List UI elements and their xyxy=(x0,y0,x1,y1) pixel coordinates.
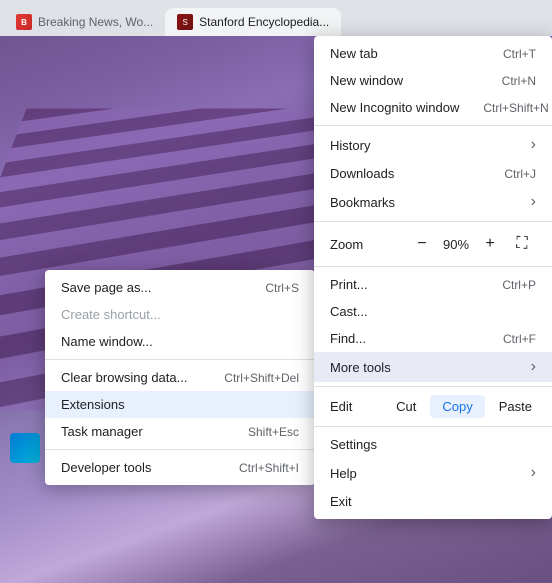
tab-breaking-news[interactable]: B Breaking News, Wo... xyxy=(4,8,165,36)
help-label: Help xyxy=(330,466,357,481)
menu-item-settings[interactable]: Settings xyxy=(314,431,552,458)
separator-2 xyxy=(45,449,315,450)
zoom-value: 90% xyxy=(436,237,476,252)
menu-item-developer-tools[interactable]: Developer tools Ctrl+Shift+I xyxy=(45,454,315,481)
find-label: Find... xyxy=(330,331,366,346)
tab-favicon-breaking: B xyxy=(16,14,32,30)
history-label: History xyxy=(330,138,370,153)
separator-r4 xyxy=(314,386,552,387)
name-window-label: Name window... xyxy=(61,334,153,349)
print-shortcut: Ctrl+P xyxy=(502,278,536,292)
copy-button[interactable]: Copy xyxy=(430,395,484,418)
menu-item-more-tools[interactable]: More tools xyxy=(314,352,552,382)
extensions-label: Extensions xyxy=(61,397,125,412)
task-manager-label: Task manager xyxy=(61,424,143,439)
menu-item-help[interactable]: Help xyxy=(314,458,552,488)
menu-item-downloads[interactable]: Downloads Ctrl+J xyxy=(314,160,552,187)
task-manager-shortcut: Shift+Esc xyxy=(248,425,299,439)
cut-button[interactable]: Cut xyxy=(384,395,428,418)
menu-item-find[interactable]: Find... Ctrl+F xyxy=(314,325,552,352)
print-label: Print... xyxy=(330,277,368,292)
tab-bar: B Breaking News, Wo... S Stanford Encycl… xyxy=(0,0,552,36)
paste-button[interactable]: Paste xyxy=(487,395,544,418)
separator-r1 xyxy=(314,125,552,126)
menu-item-save-page[interactable]: Save page as... Ctrl+S xyxy=(45,274,315,301)
menu-item-history[interactable]: History xyxy=(314,130,552,160)
clear-browsing-shortcut: Ctrl+Shift+Del xyxy=(224,371,299,385)
menu-item-bookmarks[interactable]: Bookmarks xyxy=(314,187,552,217)
menu-item-create-shortcut[interactable]: Create shortcut... xyxy=(45,301,315,328)
zoom-label: Zoom xyxy=(330,237,408,252)
bookmarks-label: Bookmarks xyxy=(330,195,395,210)
edge-icon xyxy=(10,433,40,463)
separator-r5 xyxy=(314,426,552,427)
menu-item-extensions[interactable]: Extensions xyxy=(45,391,315,418)
save-page-shortcut: Ctrl+S xyxy=(265,281,299,295)
edit-label: Edit xyxy=(322,399,382,414)
tab-label-stanford: Stanford Encyclopedia... xyxy=(199,15,329,29)
exit-label: Exit xyxy=(330,494,352,509)
zoom-fullscreen-button[interactable]: ⛶ xyxy=(508,230,536,258)
zoom-row: Zoom − 90% + ⛶ xyxy=(314,226,552,262)
menu-item-cast[interactable]: Cast... xyxy=(314,298,552,325)
separator-r2 xyxy=(314,221,552,222)
separator-1 xyxy=(45,359,315,360)
settings-label: Settings xyxy=(330,437,377,452)
new-window-label: New window xyxy=(330,73,403,88)
menu-item-exit[interactable]: Exit xyxy=(314,488,552,515)
menu-item-new-incognito[interactable]: New Incognito window Ctrl+Shift+N xyxy=(314,94,552,121)
menu-item-clear-browsing[interactable]: Clear browsing data... Ctrl+Shift+Del xyxy=(45,364,315,391)
new-window-shortcut: Ctrl+N xyxy=(502,74,536,88)
new-tab-shortcut: Ctrl+T xyxy=(503,47,536,61)
zoom-minus-button[interactable]: − xyxy=(408,230,436,258)
new-incognito-label: New Incognito window xyxy=(330,100,459,115)
clear-browsing-label: Clear browsing data... xyxy=(61,370,187,385)
create-shortcut-label: Create shortcut... xyxy=(61,307,161,322)
context-menu-right: New tab Ctrl+T New window Ctrl+N New Inc… xyxy=(314,36,552,519)
more-tools-label: More tools xyxy=(330,360,391,375)
downloads-label: Downloads xyxy=(330,166,394,181)
edit-row: Edit Cut Copy Paste xyxy=(314,391,552,422)
find-shortcut: Ctrl+F xyxy=(503,332,536,346)
menu-item-name-window[interactable]: Name window... xyxy=(45,328,315,355)
tab-label-breaking: Breaking News, Wo... xyxy=(38,15,153,29)
save-page-label: Save page as... xyxy=(61,280,151,295)
menu-item-new-window[interactable]: New window Ctrl+N xyxy=(314,67,552,94)
menu-item-task-manager[interactable]: Task manager Shift+Esc xyxy=(45,418,315,445)
cast-label: Cast... xyxy=(330,304,368,319)
new-incognito-shortcut: Ctrl+Shift+N xyxy=(483,101,548,115)
developer-tools-shortcut: Ctrl+Shift+I xyxy=(239,461,299,475)
developer-tools-label: Developer tools xyxy=(61,460,151,475)
new-tab-label: New tab xyxy=(330,46,378,61)
downloads-shortcut: Ctrl+J xyxy=(504,167,536,181)
separator-r3 xyxy=(314,266,552,267)
menu-item-new-tab[interactable]: New tab Ctrl+T xyxy=(314,40,552,67)
tab-favicon-stanford: S xyxy=(177,14,193,30)
menu-item-print[interactable]: Print... Ctrl+P xyxy=(314,271,552,298)
tab-stanford[interactable]: S Stanford Encyclopedia... xyxy=(165,8,341,36)
zoom-plus-button[interactable]: + xyxy=(476,230,504,258)
context-menu-left: Save page as... Ctrl+S Create shortcut..… xyxy=(45,270,315,485)
